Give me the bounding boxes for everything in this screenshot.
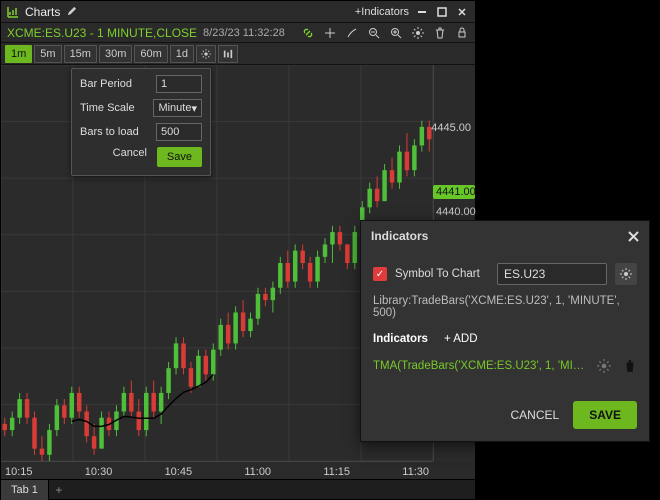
trash-icon[interactable] [433, 26, 447, 40]
timestamp-label: 8/23/23 11:32:28 [203, 27, 285, 39]
indicator-row: TMA(TradeBars('XCME:ES.U23', 1, 'MINUTE'… [373, 355, 637, 377]
symbol-to-chart-label: Symbol To Chart [395, 268, 480, 280]
edit-title-icon[interactable] [66, 6, 77, 17]
chevron-down-icon: ▾ [191, 102, 197, 115]
time-scale-label: Time Scale [80, 102, 147, 114]
x-tick: 11:30 [402, 466, 429, 478]
bars-to-load-input[interactable] [156, 123, 202, 141]
bar-period-input[interactable] [156, 75, 202, 93]
timeframe-5m[interactable]: 5m [34, 45, 61, 63]
symbol-label: XCME:ES.U23 - 1 MINUTE,CLOSE [7, 26, 197, 40]
indicators-header: Indicators [373, 333, 428, 345]
x-tick: 10:30 [85, 466, 113, 478]
tab-strip: Tab 1 + [1, 479, 475, 499]
add-tab-icon[interactable]: + [49, 480, 69, 500]
aux-price-label: 4440.00 [433, 205, 475, 219]
add-indicators-button[interactable]: +Indicators [355, 6, 409, 18]
popover-save-button[interactable]: Save [157, 147, 202, 167]
window-title: Charts [25, 5, 60, 19]
draw-icon[interactable] [345, 26, 359, 40]
bars-to-load-label: Bars to load [80, 126, 150, 138]
lock-icon[interactable] [455, 26, 469, 40]
timeframe-60m[interactable]: 60m [134, 45, 167, 63]
dialog-title: Indicators [371, 229, 428, 243]
timeframe-chart-type-icon[interactable] [218, 45, 238, 63]
library-line: Library:TradeBars('XCME:ES.U23', 1, 'MIN… [373, 295, 637, 319]
instrument-row: XCME:ES.U23 - 1 MINUTE,CLOSE 8/23/23 11:… [1, 23, 475, 43]
timeframe-15m[interactable]: 15m [64, 45, 97, 63]
popover-cancel-button[interactable]: Cancel [113, 147, 147, 167]
timeframe-30m[interactable]: 30m [99, 45, 132, 63]
indicator-text: TMA(TradeBars('XCME:ES.U23', 1, 'MINUTE'… [373, 360, 585, 372]
x-axis: 10:15 10:30 10:45 11:00 11:15 11:30 [1, 461, 433, 481]
crosshair-icon[interactable] [323, 26, 337, 40]
indicator-delete-icon[interactable] [623, 359, 637, 373]
time-scale-select[interactable]: Minute ▾ [153, 99, 202, 117]
close-icon[interactable] [455, 5, 469, 19]
timeframe-1d[interactable]: 1d [170, 45, 194, 63]
symbol-gear-icon[interactable] [615, 263, 637, 285]
x-tick: 10:45 [165, 466, 193, 478]
zoom-out-icon[interactable] [367, 26, 381, 40]
maximize-icon[interactable] [435, 5, 449, 19]
timeframe-settings-icon[interactable] [196, 45, 216, 63]
add-indicator-button[interactable]: + ADD [444, 333, 478, 345]
symbol-to-chart-checkbox[interactable]: ✓ [373, 267, 387, 281]
gear-icon[interactable] [411, 26, 425, 40]
dialog-save-button[interactable]: SAVE [573, 401, 637, 429]
x-tick: 10:15 [5, 466, 33, 478]
last-price-chip: 4441.00 [433, 185, 475, 199]
zoom-in-icon[interactable] [389, 26, 403, 40]
time-scale-value: Minute [158, 102, 191, 114]
minimize-icon[interactable] [415, 5, 429, 19]
link-icon[interactable] [301, 26, 315, 40]
timeframe-1m[interactable]: 1m [5, 45, 32, 63]
bar-period-label: Bar Period [80, 78, 150, 90]
indicator-gear-icon[interactable] [593, 355, 615, 377]
timeframe-row: 1m 5m 15m 30m 60m 1d [1, 43, 475, 65]
x-tick: 11:00 [244, 466, 271, 478]
tab-1[interactable]: Tab 1 [1, 480, 49, 500]
titlebar: Charts +Indicators [1, 1, 475, 23]
chart-icon [7, 6, 19, 18]
dialog-close-icon[interactable] [628, 231, 639, 242]
indicators-dialog: Indicators ✓ Symbol To Chart Library:Tra… [360, 220, 650, 442]
x-tick: 11:15 [323, 466, 350, 478]
y-tick: 4445.00 [431, 122, 471, 134]
symbol-input[interactable] [497, 263, 607, 285]
dialog-cancel-button[interactable]: CANCEL [511, 408, 560, 422]
bar-settings-popover: Bar Period Time Scale Minute ▾ Bars to l… [71, 68, 211, 176]
